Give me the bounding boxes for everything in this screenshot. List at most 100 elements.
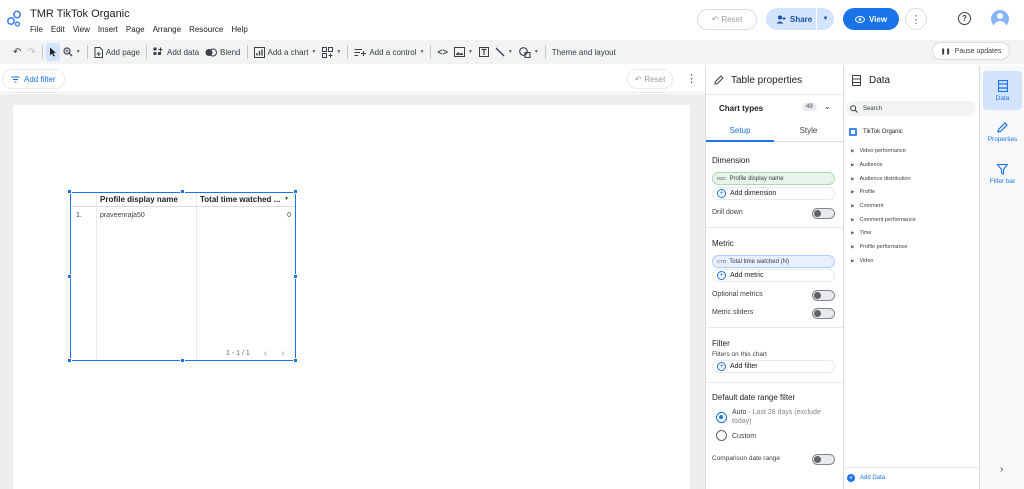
- text-box-icon[interactable]: [476, 43, 492, 61]
- custom-date-radio[interactable]: [716, 430, 727, 441]
- line-icon: [495, 47, 505, 57]
- resize-handle[interactable]: [67, 274, 72, 279]
- sort-descending-icon[interactable]: ▼: [284, 196, 289, 202]
- pause-updates-button[interactable]: ❚❚ Pause updates: [932, 42, 1010, 60]
- line-button[interactable]: ▼: [492, 43, 516, 61]
- rail-filter-bar-button[interactable]: Filter bar: [983, 155, 1022, 194]
- menu-edit[interactable]: Edit: [51, 25, 65, 34]
- resize-handle[interactable]: [180, 189, 185, 194]
- menu-help[interactable]: Help: [231, 25, 247, 34]
- help-icon[interactable]: ?: [958, 12, 971, 25]
- shape-button[interactable]: ▼: [516, 43, 542, 61]
- more-options-icon[interactable]: ⋮: [686, 72, 697, 85]
- dimension-chip[interactable]: RBC Profile display name: [712, 172, 835, 185]
- share-button[interactable]: Share ▼: [766, 8, 834, 30]
- reset-button[interactable]: ↶ Reset: [697, 9, 757, 30]
- add-data-button[interactable]: Add data: [150, 43, 202, 61]
- menu-file[interactable]: File: [30, 25, 43, 34]
- properties-header: Table properties: [706, 66, 843, 95]
- resize-handle[interactable]: [180, 358, 185, 363]
- optional-metrics-toggle[interactable]: [812, 290, 835, 301]
- add-control-label: Add a control: [369, 47, 417, 57]
- collapse-panel-chevron-icon[interactable]: ›: [1000, 464, 1003, 475]
- add-circle-icon: +: [847, 474, 855, 482]
- data-source-row[interactable]: TikTok Organic: [849, 128, 903, 136]
- field-group[interactable]: ▶ Time: [851, 230, 872, 236]
- add-metric-label: Add metric: [730, 272, 764, 279]
- undo-icon[interactable]: ↶: [10, 43, 24, 61]
- chevron-right-icon[interactable]: ›: [281, 348, 284, 359]
- resize-handle[interactable]: [293, 189, 298, 194]
- add-chart-button[interactable]: Add a chart ▼: [251, 43, 320, 61]
- image-button[interactable]: ▼: [451, 43, 476, 61]
- resize-handle[interactable]: [67, 189, 72, 194]
- add-metric-button[interactable]: + Add metric: [712, 269, 835, 282]
- menu-page[interactable]: Page: [126, 25, 145, 34]
- avatar[interactable]: [991, 10, 1009, 28]
- add-circle-icon: +: [717, 362, 726, 371]
- tab-style[interactable]: Style: [774, 126, 843, 135]
- resize-handle[interactable]: [67, 358, 72, 363]
- chart-types-label: Chart types: [719, 104, 764, 113]
- filter-reset-button[interactable]: ↶ Reset: [627, 69, 673, 89]
- redo-icon[interactable]: ↷: [24, 43, 38, 61]
- table-chart[interactable]: Profile display name Total time watched …: [70, 192, 296, 361]
- field-group[interactable]: ▶ Video performance: [851, 148, 906, 154]
- add-control-button[interactable]: Add a control ▼: [351, 43, 427, 61]
- more-options-icon[interactable]: ⋮: [905, 8, 927, 30]
- blend-button[interactable]: Blend: [202, 43, 243, 61]
- add-filter-label: Add filter: [24, 74, 56, 84]
- field-group[interactable]: ▶ Video: [851, 258, 873, 264]
- view-button[interactable]: View: [843, 8, 899, 30]
- metric-chip[interactable]: CTD Total time watched (N): [712, 255, 835, 268]
- drill-down-toggle[interactable]: [812, 208, 835, 219]
- date-range-heading: Default date range filter: [712, 393, 796, 402]
- field-group[interactable]: ▶ Comment: [851, 203, 883, 209]
- menu-view[interactable]: View: [73, 25, 90, 34]
- community-viz-button[interactable]: ▼: [319, 43, 344, 61]
- share-dropdown-icon[interactable]: ▼: [817, 16, 834, 22]
- side-rail: Data Properties Filter bar ›: [979, 66, 1024, 489]
- report-title[interactable]: TMR TikTok Organic: [30, 8, 130, 20]
- auto-date-radio[interactable]: [716, 412, 727, 423]
- select-pointer-icon[interactable]: [45, 43, 60, 61]
- table-cell-name: praveenraja50: [100, 212, 145, 219]
- add-data-link[interactable]: + Add Data: [847, 474, 885, 482]
- metric-sliders-toggle[interactable]: [812, 308, 835, 319]
- data-search-input[interactable]: Search: [846, 101, 976, 116]
- field-group[interactable]: ▶ Profile performance: [851, 244, 907, 250]
- auto-date-label: Auto - Last 28 days (exclude today): [732, 409, 821, 425]
- theme-and-layout-button[interactable]: Theme and layout: [549, 43, 619, 61]
- zoom-button[interactable]: ▼: [60, 43, 84, 61]
- resize-handle[interactable]: [293, 274, 298, 279]
- filter-list-icon: [11, 75, 20, 83]
- rail-properties-button[interactable]: Properties: [983, 113, 1022, 152]
- field-group[interactable]: ▶ Comment performance: [851, 217, 916, 223]
- menu-insert[interactable]: Insert: [98, 25, 118, 34]
- add-filter-button[interactable]: Add filter: [2, 69, 65, 89]
- data-source-name: TikTok Organic: [863, 129, 903, 135]
- field-group-label: Audience distribution: [859, 176, 911, 182]
- rail-data-button[interactable]: Data: [983, 71, 1022, 110]
- looker-studio-logo-icon[interactable]: [6, 10, 22, 28]
- field-group[interactable]: ▶ Audience distribution: [851, 176, 911, 182]
- menu-resource[interactable]: Resource: [189, 25, 223, 34]
- add-page-button[interactable]: Add page: [91, 43, 143, 61]
- column-header-total-time-watched[interactable]: Total time watched ...: [200, 195, 285, 204]
- field-group[interactable]: ▶ Profile: [851, 189, 875, 195]
- rail-data-label: Data: [995, 94, 1010, 102]
- rail-filter-bar-label: Filter bar: [989, 178, 1016, 185]
- menu-arrange[interactable]: Arrange: [153, 25, 181, 34]
- add-control-icon: [354, 48, 367, 56]
- chart-add-filter-button[interactable]: + Add filter: [712, 360, 835, 373]
- comparison-date-toggle[interactable]: [812, 454, 835, 465]
- add-dimension-button[interactable]: + Add dimension: [712, 187, 835, 200]
- chart-types-selector[interactable]: Chart types 49 ⌄: [706, 99, 843, 119]
- column-header-profile-display-name[interactable]: Profile display name: [100, 195, 178, 204]
- chevron-left-icon[interactable]: ‹: [264, 348, 267, 359]
- embed-code-icon[interactable]: <>: [434, 43, 451, 61]
- resize-handle[interactable]: [293, 358, 298, 363]
- field-group[interactable]: ▶ Audience: [851, 162, 882, 168]
- tab-setup[interactable]: Setup: [706, 126, 774, 135]
- properties-title: Table properties: [731, 74, 803, 86]
